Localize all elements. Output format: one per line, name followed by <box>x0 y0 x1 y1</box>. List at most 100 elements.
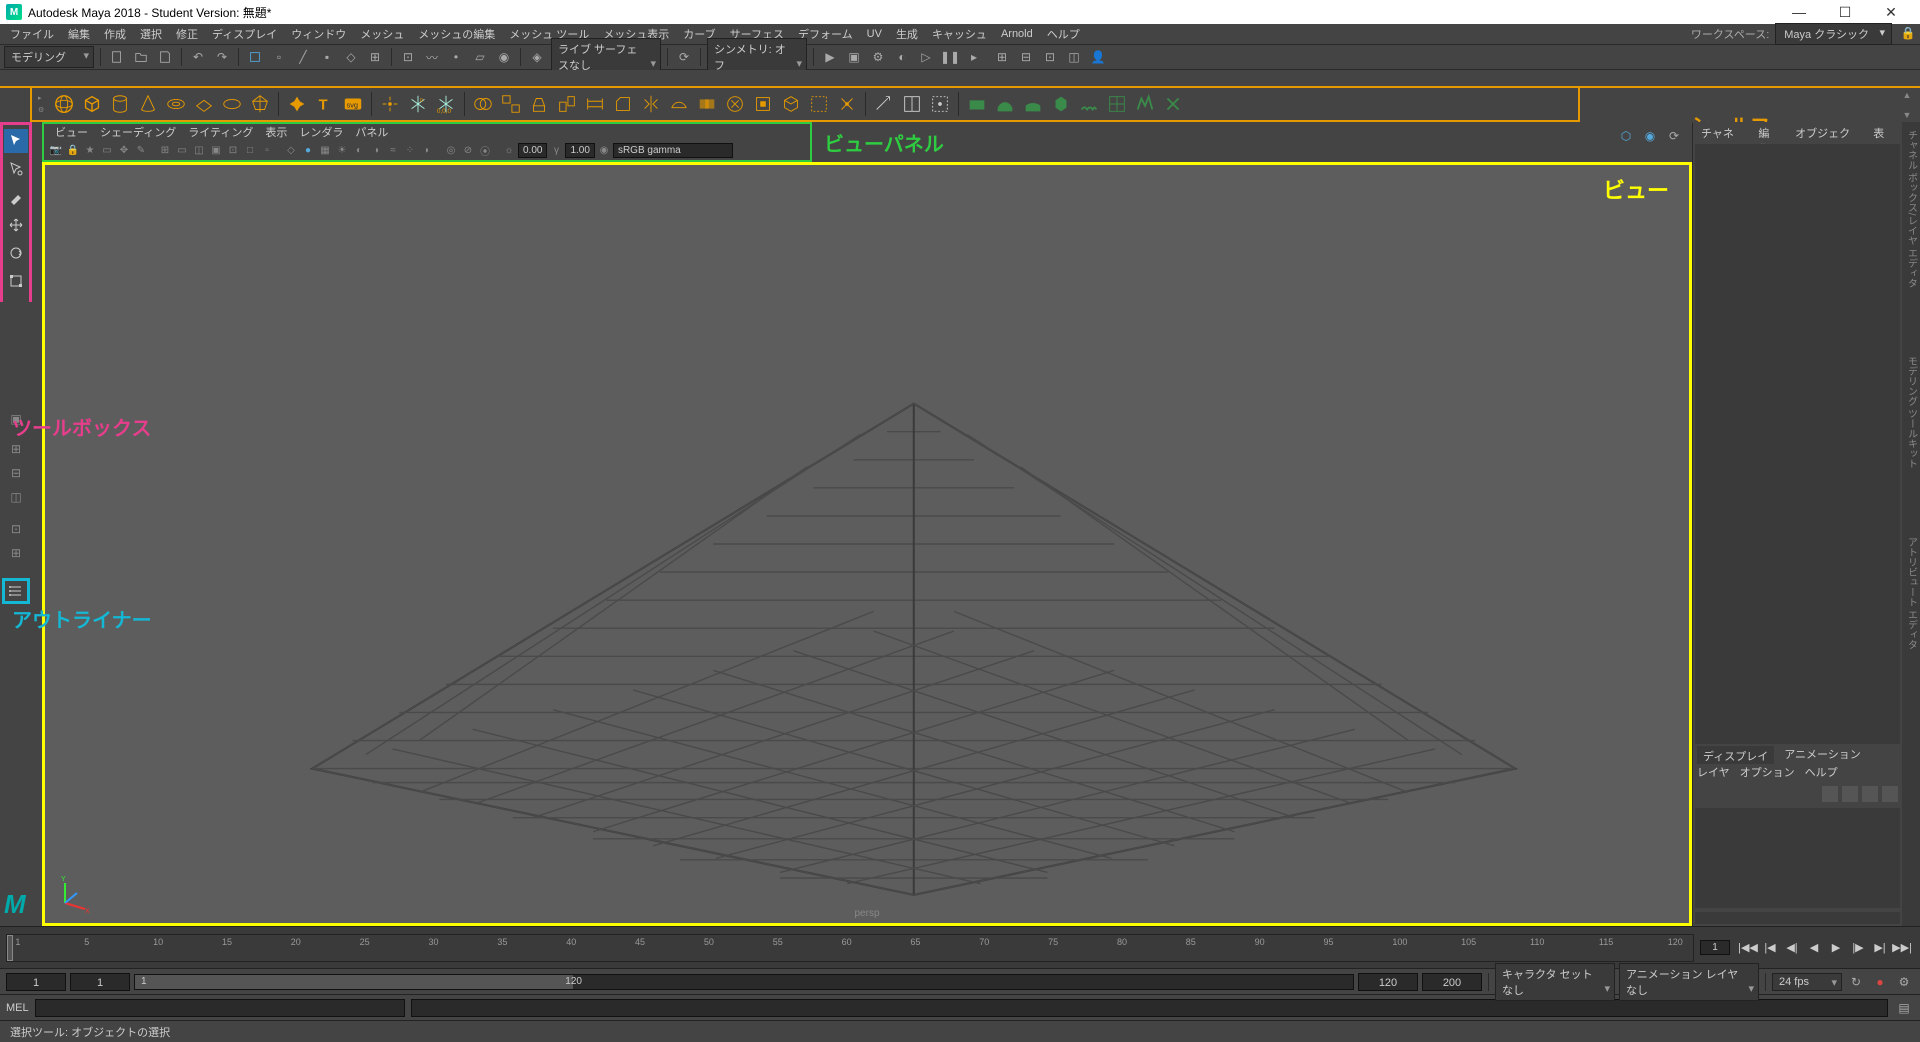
center-pivot-icon[interactable] <box>378 92 402 116</box>
sculpt-flatten-icon[interactable] <box>1105 92 1129 116</box>
vp-safe-title-icon[interactable]: ▫ <box>259 142 275 158</box>
lock-icon[interactable]: 🔒 <box>1900 26 1916 42</box>
shelf-scroll[interactable]: ▲▼ <box>1900 90 1914 120</box>
poly-disc-icon[interactable] <box>220 92 244 116</box>
render-view-icon[interactable]: ▸ <box>964 47 984 67</box>
freeze-transform-icon[interactable]: 0 <box>406 92 430 116</box>
playblast-icon[interactable]: ▷ <box>916 47 936 67</box>
poly-superellipse-icon[interactable] <box>285 92 309 116</box>
select-uv-icon[interactable]: ◇ <box>341 47 361 67</box>
vp-menu-view[interactable]: ビュー <box>50 123 93 141</box>
scale-tool[interactable] <box>4 269 28 293</box>
vp-menu-renderer[interactable]: レンダラ <box>294 123 348 141</box>
select-tool[interactable] <box>4 129 28 153</box>
cb-tab-show[interactable]: 表示 <box>1865 122 1902 142</box>
vp-lock-camera-icon[interactable]: 🔒 <box>65 142 81 158</box>
paint-select-tool[interactable] <box>4 185 28 209</box>
layout-four-icon[interactable]: ⊞ <box>4 438 28 460</box>
menu-help[interactable]: ヘルプ <box>1041 24 1086 44</box>
maximize-button[interactable]: ☐ <box>1822 4 1868 21</box>
menu-uv[interactable]: UV <box>861 26 888 42</box>
menu-modify[interactable]: 修正 <box>170 24 204 44</box>
vp-shaded-icon[interactable]: ● <box>300 142 316 158</box>
menu-cache[interactable]: キャッシュ <box>926 24 993 44</box>
layer-tab-anim[interactable]: アニメーション <box>1784 746 1861 764</box>
redo-icon[interactable]: ↷ <box>212 47 232 67</box>
menu-generate[interactable]: 生成 <box>890 24 924 44</box>
vp-ao-icon[interactable]: ◑ <box>368 142 384 158</box>
layer-list[interactable] <box>1695 808 1900 908</box>
close-button[interactable]: ✕ <box>1868 4 1914 21</box>
append-icon[interactable] <box>807 92 831 116</box>
extract-icon[interactable] <box>555 92 579 116</box>
layer-menu-option[interactable]: オプション <box>1740 764 1795 782</box>
snap-plane-icon[interactable]: ▱ <box>470 47 490 67</box>
boolean-diff-icon[interactable] <box>723 92 747 116</box>
menu-select[interactable]: 選択 <box>134 24 168 44</box>
layout-two-v-icon[interactable]: ◫ <box>4 486 28 508</box>
character-set-selector[interactable]: キャラクタ セットなし <box>1495 963 1615 1001</box>
collapse-icon[interactable] <box>835 92 859 116</box>
cmd-lang-label[interactable]: MEL <box>6 1002 29 1014</box>
poly-svg-icon[interactable]: svg <box>341 92 365 116</box>
vp-settings-icon[interactable]: ⟳ <box>1664 126 1684 146</box>
render-frame-icon[interactable]: ▶ <box>820 47 840 67</box>
layout-two-h-icon[interactable]: ⊟ <box>4 462 28 484</box>
select-object-icon[interactable] <box>245 47 265 67</box>
autokey-icon[interactable]: ● <box>1870 972 1890 992</box>
save-scene-icon[interactable] <box>155 47 175 67</box>
vtab-channelbox[interactable]: チャネル ボックス/レイヤ エディタ <box>1902 126 1920 292</box>
poly-sphere-icon[interactable] <box>52 92 76 116</box>
anim-start-outer[interactable]: 1 <box>6 973 66 991</box>
panel-layout-2-icon[interactable]: ⊟ <box>1016 47 1036 67</box>
vp-select-camera-icon[interactable]: 📷 <box>48 142 64 158</box>
cb-tab-edit[interactable]: 編集 <box>1750 122 1787 142</box>
sculpt-tool-icon[interactable] <box>965 92 989 116</box>
minimize-button[interactable]: — <box>1776 4 1822 20</box>
poly-cone-icon[interactable] <box>136 92 160 116</box>
mirror-icon[interactable] <box>639 92 663 116</box>
vp-exposure-icon[interactable]: ☼ <box>501 142 517 158</box>
live-surface-icon[interactable]: ◈ <box>527 47 547 67</box>
poly-torus-icon[interactable] <box>164 92 188 116</box>
range-slider[interactable]: 1 120 <box>134 974 1354 990</box>
vp-grid-icon[interactable]: ⊞ <box>157 142 173 158</box>
vtab-modeling-toolkit[interactable]: モデリング ツールキット <box>1902 352 1920 473</box>
menu-mesh-edit[interactable]: メッシュの編集 <box>412 24 501 44</box>
prefs-icon[interactable]: ⚙ <box>1894 972 1914 992</box>
vp-menu-lighting[interactable]: ライティング <box>183 123 258 141</box>
target-weld-icon[interactable] <box>928 92 952 116</box>
vtab-attribute-editor[interactable]: アトリビュート エディタ <box>1902 533 1920 654</box>
goto-start-button[interactable]: |◀◀ <box>1738 938 1758 958</box>
layer-icon-2[interactable] <box>1842 786 1858 802</box>
multicut-icon[interactable] <box>872 92 896 116</box>
open-scene-icon[interactable] <box>131 47 151 67</box>
vp-gamma-value[interactable]: 1.00 <box>565 143 594 158</box>
bevel-icon[interactable] <box>611 92 635 116</box>
vp-xgen-icon[interactable]: ⬡ <box>1616 126 1636 146</box>
vp-2d-pan-icon[interactable]: ✥ <box>116 142 132 158</box>
move-tool[interactable] <box>4 213 28 237</box>
snap-live-icon[interactable]: ◉ <box>494 47 514 67</box>
vp-menu-show[interactable]: 表示 <box>260 123 292 141</box>
poly-plane-icon[interactable] <box>192 92 216 116</box>
sculpt-relax-icon[interactable] <box>1021 92 1045 116</box>
boolean-inter-icon[interactable] <box>751 92 775 116</box>
anim-end-outer[interactable]: 200 <box>1422 973 1482 991</box>
fps-selector[interactable]: 24 fps <box>1772 973 1842 991</box>
step-back-key-button[interactable]: |◀ <box>1760 938 1780 958</box>
step-back-button[interactable]: ◀| <box>1782 938 1802 958</box>
channel-box-body[interactable] <box>1695 144 1900 744</box>
vp-res-gate-icon[interactable]: ◫ <box>191 142 207 158</box>
lasso-tool[interactable] <box>4 157 28 181</box>
menu-window[interactable]: ウィンドウ <box>285 24 352 44</box>
vp-shadows-icon[interactable]: ◐ <box>351 142 367 158</box>
history-toggle-icon[interactable]: ⟳ <box>674 47 694 67</box>
current-frame-field[interactable]: 1 <box>1700 940 1730 955</box>
sculpt-pinch-icon[interactable] <box>1077 92 1101 116</box>
select-multi-icon[interactable]: ⊞ <box>365 47 385 67</box>
vp-grease-icon[interactable]: ✎ <box>133 142 149 158</box>
outliner-toggle[interactable] <box>2 578 30 604</box>
shelf-tabs[interactable] <box>0 70 1920 88</box>
smooth-icon[interactable] <box>667 92 691 116</box>
